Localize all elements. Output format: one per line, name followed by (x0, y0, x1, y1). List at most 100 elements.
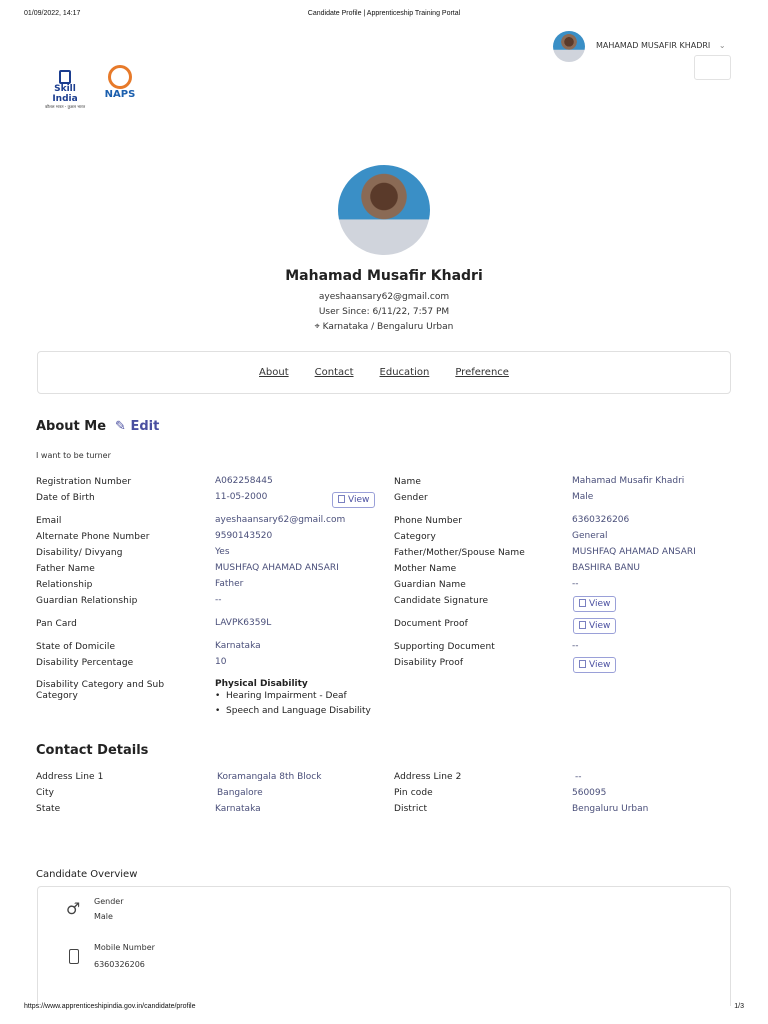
tab-contact[interactable]: Contact (315, 367, 354, 378)
field-value: MUSHFAQ AHAMAD ANSARI (572, 547, 696, 557)
document-icon (579, 599, 586, 607)
field-label: Supporting Document (394, 642, 495, 652)
about-heading: About Me (36, 419, 107, 434)
chevron-down-icon: ⌄ (718, 41, 726, 50)
field-value: BASHIRA BANU (572, 563, 641, 573)
field-label: Phone Number (394, 516, 463, 526)
profile-user-since: User Since: 6/11/22, 7:57 PM (318, 307, 450, 317)
location-text: Karnataka / Bengaluru Urban (322, 322, 454, 332)
profile-tabs: About Contact Education Preference (37, 351, 731, 394)
field-label: Address Line 1 (36, 772, 104, 782)
field-label: Disability Percentage (36, 658, 134, 668)
male-icon: ♂ (66, 899, 81, 918)
field-label: Candidate Signature (394, 596, 489, 606)
field-value: MUSHFAQ AHAMAD ANSARI (215, 563, 339, 573)
overview-value: Male (94, 912, 113, 921)
field-label: Mother Name (394, 564, 457, 574)
field-label: Gender (394, 493, 428, 503)
field-label: Document Proof (394, 619, 468, 629)
field-label: Relationship (36, 580, 93, 590)
field-value: 10 (215, 657, 227, 667)
field-value: General (572, 531, 608, 541)
field-value: -- (575, 772, 582, 782)
dob-view-button[interactable]: View (332, 492, 376, 508)
field-value: LAVPK6359L (215, 618, 272, 628)
field-label: Guardian Name (394, 580, 466, 590)
profile-email: ayeshaansary62@gmail.com (318, 292, 450, 302)
field-value: Bengaluru Urban (572, 804, 649, 814)
field-label: Address Line 2 (394, 772, 462, 782)
field-value: 6360326206 (572, 515, 630, 525)
field-value: Bangalore (217, 788, 263, 798)
tab-about[interactable]: About (259, 367, 289, 378)
overview-value: 6360326206 (94, 960, 145, 969)
field-value: Father (215, 579, 244, 589)
field-value: -- (572, 579, 579, 589)
field-label: Email (36, 516, 62, 526)
field-value: Male (572, 492, 594, 502)
field-value: ayeshaansary62@gmail.com (215, 515, 346, 525)
field-label: Registration Number (36, 477, 132, 487)
field-value: 11-05-2000 (215, 492, 268, 502)
field-label: Father Name (36, 564, 95, 574)
overview-label: Gender (94, 897, 124, 906)
field-label: District (394, 804, 428, 814)
disability-category: Physical Disability (215, 679, 308, 689)
user-menu-name: MAHAMAD MUSAFIR KHADRI (596, 41, 711, 50)
field-value: A062258445 (215, 476, 273, 486)
field-label: Pan Card (36, 619, 77, 629)
field-label: Guardian Relationship (36, 596, 138, 606)
field-label: Name (394, 477, 421, 487)
overview-card: ♂ Gender Male Mobile Number 6360326206 (37, 886, 731, 1006)
overview-label: Mobile Number (94, 943, 155, 952)
tab-education[interactable]: Education (380, 367, 430, 378)
field-label: Alternate Phone Number (36, 532, 150, 542)
profile-location: ⌖ Karnataka / Bengaluru Urban (0, 322, 768, 332)
field-label: Date of Birth (36, 493, 95, 503)
field-label: Pin code (394, 788, 433, 798)
field-label: Disability Proof (394, 658, 464, 668)
field-value: 9590143520 (215, 531, 273, 541)
field-label: City (36, 788, 55, 798)
print-title: Candidate Profile | Apprenticeship Train… (307, 10, 461, 17)
print-page-number: 1/3 (734, 1003, 744, 1010)
contact-heading: Contact Details (36, 743, 149, 758)
edit-button[interactable]: ✎ Edit (115, 419, 159, 434)
mobile-icon (69, 949, 79, 964)
profile-name: Mahamad Musafir Khadri (285, 268, 483, 284)
profile-photo (338, 165, 430, 255)
location-pin-icon: ⌖ (314, 322, 320, 332)
user-avatar[interactable] (553, 31, 585, 62)
document-icon (579, 660, 586, 668)
field-label: State (36, 804, 61, 814)
print-url: https://www.apprenticeshipindia.gov.in/c… (24, 1003, 196, 1010)
tab-preference[interactable]: Preference (455, 367, 509, 378)
signature-view-button[interactable]: View (573, 596, 617, 612)
field-value: Koramangala 8th Block (217, 772, 322, 782)
naps-logo: NAPS (100, 65, 140, 100)
document-proof-view-button[interactable]: View (573, 618, 617, 634)
field-value: Yes (215, 547, 230, 557)
field-value: -- (215, 595, 222, 605)
disability-proof-view-button[interactable]: View (573, 657, 617, 673)
user-menu[interactable]: MAHAMAD MUSAFIR KHADRI ⌄ (596, 41, 726, 50)
field-label: Disability Category and Sub Category (36, 680, 165, 701)
document-icon (579, 621, 586, 629)
menu-button[interactable] (694, 55, 731, 80)
field-value: 560095 (572, 788, 607, 798)
disability-sub-item: • Hearing Impairment - Deaf (215, 691, 347, 701)
field-value: Karnataka (215, 641, 261, 651)
field-label: Father/Mother/Spouse Name (394, 548, 525, 558)
field-label: Category (394, 532, 436, 542)
disability-sub-item: • Speech and Language Disability (215, 706, 371, 716)
document-icon (338, 495, 345, 503)
edit-icon: ✎ (115, 419, 126, 434)
skill-india-logo: Skill India कौशल भारत - कुशल भारत (40, 70, 90, 110)
field-value: Mahamad Musafir Khadri (572, 476, 685, 486)
field-label: Disability/ Divyang (36, 548, 123, 558)
overview-heading: Candidate Overview (36, 869, 138, 880)
field-label: State of Domicile (36, 642, 116, 652)
field-value: Karnataka (215, 804, 261, 814)
about-bio: I want to be turner (36, 451, 111, 460)
field-value: -- (572, 641, 579, 651)
